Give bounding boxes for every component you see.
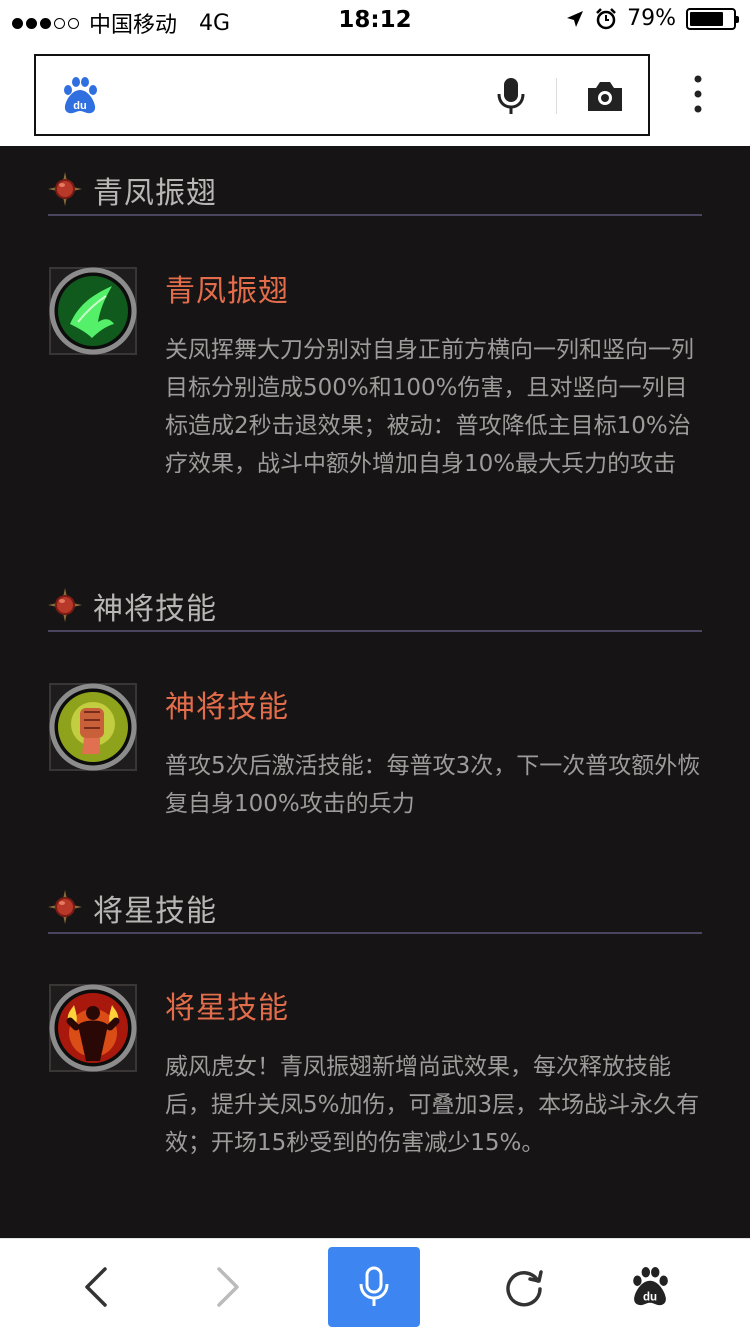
section-header: 青凤振翅 [48, 170, 702, 216]
voice-search-button[interactable] [328, 1247, 420, 1327]
battery-icon [686, 7, 739, 30]
status-right: 79% [565, 6, 739, 31]
flame-warrior-icon [49, 984, 137, 1072]
search-area: du [0, 40, 750, 146]
status-bar: 中国移动 4G 18:12 79% [0, 0, 750, 40]
svg-text:du: du [643, 1292, 657, 1304]
baidu-home-icon: du [633, 1267, 668, 1306]
skill-description: 普攻5次后激活技能：每普攻3次，下一次普攻额外恢复自身100%攻击的兵力 [165, 753, 701, 817]
skill-description: 关凤挥舞大刀分别对自身正前方横向一列和竖向一列目标分别造成500%和100%伤害… [165, 337, 694, 477]
section-title: 青凤振翅 [93, 176, 217, 211]
section-header: 将星技能 [48, 888, 702, 934]
red-gem-icon [48, 588, 82, 622]
skill-name: 将星技能 [165, 991, 289, 1026]
search-divider [556, 78, 557, 114]
section-title: 神将技能 [93, 592, 217, 627]
baidu-logo-icon: du [64, 77, 97, 114]
skill-name: 神将技能 [165, 690, 289, 725]
location-arrow-icon [567, 10, 584, 27]
fist-icon [49, 683, 137, 771]
red-gem-icon [48, 890, 82, 924]
camera-icon[interactable] [586, 78, 624, 114]
search-input[interactable]: du [34, 54, 650, 136]
section-title: 将星技能 [93, 894, 217, 929]
forward-button[interactable] [196, 1247, 260, 1327]
voice-icon [359, 1266, 389, 1306]
battery-percent: 79% [627, 6, 676, 31]
red-gem-icon [48, 172, 82, 206]
skill-content: 青凤振翅 青凤振翅 关凤挥舞大刀分别对自身正前方横向一列和竖向一列目标分别造成5… [0, 146, 750, 1238]
back-icon [85, 1267, 107, 1307]
baidu-home-button[interactable]: du [618, 1247, 682, 1327]
forward-icon [217, 1267, 239, 1307]
skill-description: 威风虎女！青凤振翅新增尚武效果，每次释放技能后，提升关凤5%加伤，可叠加3层，本… [165, 1054, 700, 1156]
section-header: 神将技能 [48, 586, 702, 632]
back-button[interactable] [64, 1247, 128, 1327]
refresh-icon [506, 1270, 543, 1307]
skill-name: 青凤振翅 [165, 274, 289, 309]
more-vertical-icon[interactable] [688, 74, 708, 114]
refresh-button[interactable] [492, 1247, 556, 1327]
alarm-icon [596, 7, 616, 29]
wing-slash-icon [49, 267, 137, 355]
svg-text:du: du [73, 100, 86, 112]
microphone-icon[interactable] [496, 76, 526, 116]
bottom-toolbar: du [0, 1238, 750, 1334]
